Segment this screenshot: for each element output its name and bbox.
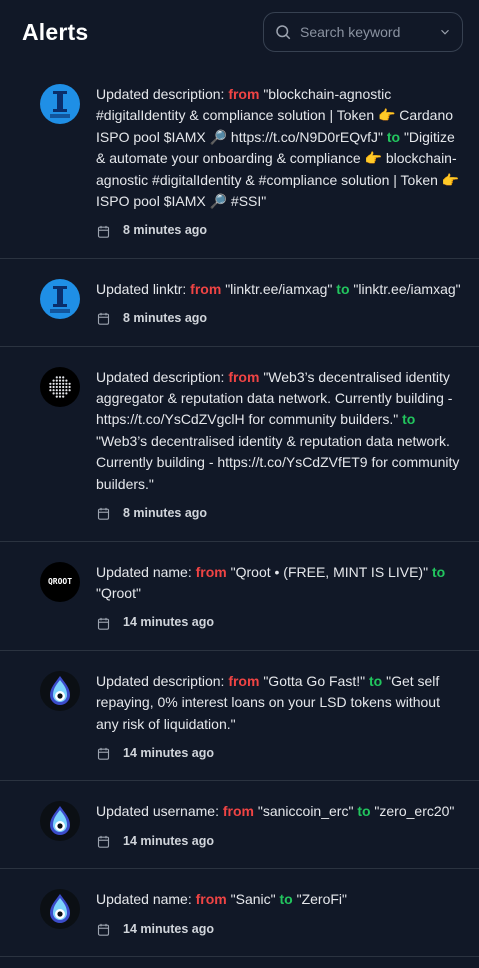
alert-content: Updated name: from "Sanic" to "ZeroFi" 14… [96, 889, 463, 940]
avatar[interactable] [40, 84, 80, 124]
from-label: from [228, 368, 260, 385]
timestamp-text: 14 minutes ago [123, 745, 214, 760]
alert-content: Updated linktr: from "linktr.ee/iamxag" … [96, 279, 463, 330]
timestamp-text: 8 minutes ago [123, 311, 208, 326]
avatar[interactable] [40, 278, 80, 319]
from-label: from [228, 86, 260, 102]
zerofi-logo-icon [50, 806, 70, 836]
alert-content: Updated description: from "Web3’s decent… [96, 367, 463, 525]
qroot-logo-text: QROOT [47, 577, 73, 586]
from-label: from [228, 672, 260, 689]
old-value: "saniccoin_erc" [257, 803, 354, 820]
alert-item[interactable]: Updated linktr: from "linktr.ee/iamxag" … [0, 259, 479, 347]
to-label: to [402, 411, 416, 428]
alert-item[interactable]: Updated name: from "Sanic" to "ZeroFi" 14… [0, 869, 479, 957]
alert-text: Updated description: from "Web3’s decent… [96, 367, 463, 495]
alert-prefix: Updated linktr: [96, 280, 191, 297]
zerofi-logo-icon [50, 894, 70, 924]
calendar-icon [97, 225, 110, 238]
from-label: from [195, 563, 227, 580]
alert-item[interactable]: Updated description: from "Web3’s decent… [0, 347, 479, 542]
new-value: "linktr.ee/iamxag" [353, 280, 461, 297]
iamx-logo-icon [50, 285, 70, 313]
alert-item[interactable]: Updated description: from "Gotta Go Fast… [0, 651, 479, 782]
search-box[interactable] [263, 12, 463, 52]
timestamp-text: 14 minutes ago [123, 615, 214, 630]
calendar-icon [97, 923, 110, 936]
alert-item[interactable]: Updated description: from "blockchain-ag… [0, 64, 479, 259]
to-label: to [357, 803, 371, 820]
from-label: from [222, 803, 254, 820]
avatar[interactable] [40, 801, 80, 842]
search-input[interactable] [298, 23, 438, 41]
new-value: "ZeroFi" [296, 891, 347, 908]
alert-text: Updated name: from "Sanic" to "ZeroFi" [96, 889, 463, 910]
alert-content: Updated username: from "saniccoin_erc" t… [96, 801, 463, 852]
zerofi-logo-icon [50, 675, 70, 705]
avatar[interactable] [40, 889, 80, 930]
alert-text: Updated description: from "Gotta Go Fast… [96, 671, 463, 735]
calendar-icon [97, 617, 110, 630]
web3-logo-icon [49, 375, 71, 398]
alert-content: Updated description: from "blockchain-ag… [96, 84, 463, 242]
alert-text: Updated linktr: from "linktr.ee/iamxag" … [96, 279, 463, 300]
to-label: to [431, 563, 446, 580]
to-label: to [368, 672, 383, 689]
to-label: to [386, 128, 401, 145]
page-title: Alerts [22, 18, 89, 45]
header: Alerts [0, 0, 479, 64]
from-label: from [195, 891, 227, 908]
timestamp-text: 14 minutes ago [123, 921, 214, 936]
old-value: "Qroot • (FREE, MINT IS LIVE)" [230, 563, 429, 580]
alert-item[interactable]: QROOT Updated name: from "Qroot • (FREE, … [0, 542, 479, 651]
new-value: "Qroot" [96, 584, 141, 601]
to-label: to [279, 891, 293, 908]
from-label: from [190, 280, 222, 297]
old-value: "linktr.ee/iamxag" [225, 280, 333, 297]
alert-text: Updated username: from "saniccoin_erc" t… [96, 801, 463, 822]
calendar-icon [97, 313, 110, 326]
alert-prefix: Updated description: [96, 86, 229, 102]
alert-timestamp: 8 minutes ago [96, 220, 463, 241]
chevron-down-icon[interactable] [438, 25, 452, 39]
calendar-icon [97, 835, 110, 848]
avatar[interactable]: QROOT [40, 561, 80, 602]
alert-timestamp: 8 minutes ago [96, 503, 463, 524]
timestamp-text: 8 minutes ago [123, 223, 208, 238]
to-label: to [336, 280, 350, 297]
alert-text: Updated description: from "blockchain-ag… [96, 84, 463, 212]
alert-timestamp: 8 minutes ago [96, 308, 463, 329]
timestamp-text: 8 minutes ago [123, 506, 208, 521]
search-icon [276, 25, 291, 40]
old-value: "Sanic" [230, 891, 276, 908]
iamx-logo-icon [50, 91, 70, 118]
alert-list: Updated description: from "blockchain-ag… [0, 64, 479, 957]
new-value: "zero_erc20" [374, 803, 455, 820]
alert-timestamp: 14 minutes ago [96, 919, 463, 940]
alert-timestamp: 14 minutes ago [96, 831, 463, 852]
alert-prefix: Updated username: [96, 803, 223, 820]
timestamp-text: 14 minutes ago [123, 833, 214, 848]
new-value: "Web3’s decentralised identity & reputat… [96, 432, 460, 492]
calendar-icon [97, 748, 110, 760]
alert-prefix: Updated description: [96, 672, 229, 689]
alert-text: Updated name: from "Qroot • (FREE, MINT … [96, 562, 463, 605]
avatar[interactable] [40, 670, 80, 711]
alert-prefix: Updated name: [96, 891, 196, 908]
alert-prefix: Updated description: [96, 368, 229, 385]
alert-timestamp: 14 minutes ago [96, 743, 463, 764]
old-value: "Gotta Go Fast!" [263, 672, 366, 689]
alert-item[interactable]: Updated username: from "saniccoin_erc" t… [0, 781, 479, 870]
alert-prefix: Updated name: [96, 563, 196, 580]
calendar-icon [97, 508, 110, 520]
alert-content: Updated description: from "Gotta Go Fast… [96, 671, 463, 765]
alert-content: Updated name: from "Qroot • (FREE, MINT … [96, 562, 463, 634]
avatar[interactable] [40, 366, 80, 407]
alert-timestamp: 14 minutes ago [96, 612, 463, 633]
